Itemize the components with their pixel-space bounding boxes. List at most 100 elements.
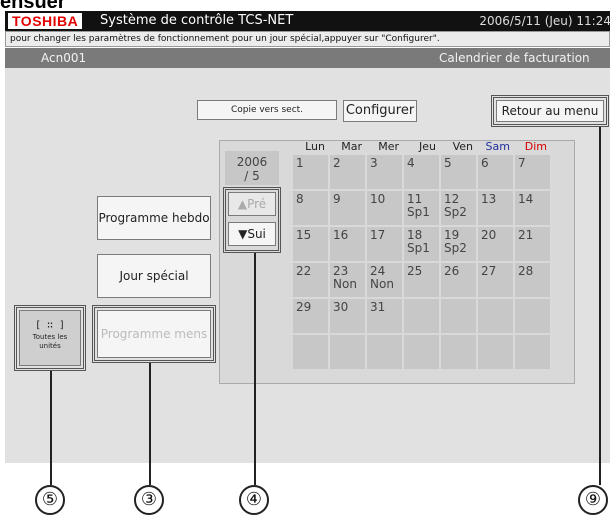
day-number: 16 bbox=[333, 228, 349, 242]
day-number: 30 bbox=[333, 300, 349, 314]
calendar-day-cell[interactable] bbox=[478, 299, 513, 333]
weekday-header: Mar bbox=[341, 140, 362, 153]
screen-name: Calendrier de facturation bbox=[439, 51, 590, 65]
weekday-header: Lun bbox=[305, 140, 325, 153]
calendar-day-cell[interactable] bbox=[441, 335, 476, 369]
calendar-day-cell[interactable] bbox=[404, 299, 439, 333]
previous-month-button[interactable]: ▲Pré bbox=[228, 192, 276, 216]
copy-to-section-button[interactable]: Copie vers sect. bbox=[197, 100, 337, 120]
calendar-day-cell[interactable]: 16 bbox=[330, 227, 365, 261]
calendar-day-cell[interactable] bbox=[293, 335, 328, 369]
all-units-highlight: [ ∷ ] Toutes les unités bbox=[14, 305, 86, 371]
calendar-day-cell[interactable] bbox=[367, 335, 402, 369]
calendar-day-cell[interactable]: 6 bbox=[478, 155, 513, 189]
day-number: 9 bbox=[333, 192, 341, 206]
calendar-week-row: 8 9 10 11 Sp1 12 Sp2 13 14 bbox=[293, 191, 550, 225]
area-name: Acn001 bbox=[41, 51, 87, 65]
day-number: 4 bbox=[407, 156, 415, 170]
calendar-day-cell[interactable]: 23 Non bbox=[330, 263, 365, 297]
calendar-day-cell[interactable]: 9 bbox=[330, 191, 365, 225]
callout-line-9 bbox=[599, 127, 601, 485]
day-number: 1 bbox=[296, 156, 304, 170]
calendar-day-cell[interactable] bbox=[330, 335, 365, 369]
sub-header: Acn001 Calendrier de facturation bbox=[5, 48, 610, 68]
calendar-day-cell[interactable]: 2 bbox=[330, 155, 365, 189]
calendar-day-cell[interactable]: 28 bbox=[515, 263, 550, 297]
calendar-day-cell[interactable]: 15 bbox=[293, 227, 328, 261]
weekly-program-button[interactable]: Programme hebdo bbox=[97, 196, 211, 240]
brand-logo: TOSHIBA bbox=[8, 13, 83, 29]
calendar-panel: 2006 / 5 Lun Mar Mer Jeu Ven Sam Dim 1 2 3 4 5 6 7 8 9… bbox=[219, 140, 575, 384]
calendar-day-cell[interactable]: 21 bbox=[515, 227, 550, 261]
calendar-day-cell[interactable]: 18 Sp1 bbox=[404, 227, 439, 261]
calendar-week-row: 15 16 17 18 Sp1 19 Sp2 20 21 bbox=[293, 227, 550, 261]
calendar-day-cell[interactable]: 1 bbox=[293, 155, 328, 189]
calendar-grid: Lun Mar Mer Jeu Ven Sam Dim 1 2 3 4 5 6 7 8 9 10 11 Sp1 12… bbox=[291, 139, 552, 371]
calendar-week-row: 22 23 Non 24 Non 25 26 27 28 bbox=[293, 263, 550, 297]
calendar-day-cell[interactable]: 11 Sp1 bbox=[404, 191, 439, 225]
calendar-week-row bbox=[293, 335, 550, 369]
day-number: 8 bbox=[296, 192, 304, 206]
callout-3: ③ bbox=[134, 485, 164, 515]
calendar-day-cell[interactable]: 4 bbox=[404, 155, 439, 189]
calendar-week-row: 1 2 3 4 5 6 7 bbox=[293, 155, 550, 189]
next-month-button[interactable]: ▼Sui bbox=[228, 222, 276, 246]
special-day-button[interactable]: Jour spécial bbox=[97, 254, 211, 298]
callout-line-3 bbox=[149, 363, 151, 485]
calendar-day-cell[interactable]: 5 bbox=[441, 155, 476, 189]
day-number: 21 bbox=[518, 228, 534, 242]
callout-9: ⑨ bbox=[578, 485, 608, 515]
day-number: 29 bbox=[296, 300, 312, 314]
calendar-day-cell[interactable]: 27 bbox=[478, 263, 513, 297]
datetime: 2006/5/11 (Jeu) 11:24 bbox=[479, 14, 610, 28]
calendar-day-cell[interactable]: 25 bbox=[404, 263, 439, 297]
day-schedule-label: Non bbox=[370, 277, 394, 291]
all-units-label-2: unités bbox=[39, 342, 61, 350]
day-number: 10 bbox=[370, 192, 386, 206]
calendar-day-cell[interactable] bbox=[515, 299, 550, 333]
all-units-label-1: Toutes les bbox=[32, 333, 68, 341]
day-schedule-label: Non bbox=[333, 277, 357, 291]
day-number: 13 bbox=[481, 192, 497, 206]
weekday-header: Jeu bbox=[419, 140, 436, 153]
calendar-day-cell[interactable] bbox=[478, 335, 513, 369]
calendar-month: / 5 bbox=[244, 169, 260, 183]
day-number: 22 bbox=[296, 264, 312, 278]
day-number: 17 bbox=[370, 228, 386, 242]
calendar-day-cell[interactable]: 17 bbox=[367, 227, 402, 261]
calendar-day-cell[interactable]: 30 bbox=[330, 299, 365, 333]
calendar-year: 2006 bbox=[236, 155, 268, 169]
calendar-day-cell[interactable]: 12 Sp2 bbox=[441, 191, 476, 225]
calendar-day-cell[interactable]: 14 bbox=[515, 191, 550, 225]
callout-line-4 bbox=[254, 253, 256, 485]
calendar-day-cell[interactable] bbox=[515, 335, 550, 369]
calendar-day-cell[interactable]: 7 bbox=[515, 155, 550, 189]
year-month-box: 2006 / 5 bbox=[225, 151, 279, 185]
calendar-day-cell[interactable]: 20 bbox=[478, 227, 513, 261]
calendar-day-cell[interactable]: 24 Non bbox=[367, 263, 402, 297]
calendar-day-cell[interactable]: 8 bbox=[293, 191, 328, 225]
day-number: 20 bbox=[481, 228, 497, 242]
title-bar: TOSHIBA Système de contrôle TCS-NET 2006… bbox=[5, 11, 610, 31]
calendar-day-cell[interactable]: 13 bbox=[478, 191, 513, 225]
day-number: 27 bbox=[481, 264, 497, 278]
all-units-button[interactable]: [ ∷ ] Toutes les unités bbox=[19, 310, 81, 366]
calendar-day-cell[interactable] bbox=[441, 299, 476, 333]
calendar-day-cell[interactable]: 10 bbox=[367, 191, 402, 225]
monthly-program-button[interactable]: Programme mens bbox=[97, 310, 211, 358]
calendar-day-cell[interactable]: 26 bbox=[441, 263, 476, 297]
configure-button[interactable]: Configurer bbox=[343, 100, 417, 122]
back-to-menu-button[interactable]: Retour au menu bbox=[496, 100, 604, 122]
weekday-header: Ven bbox=[452, 140, 473, 153]
callout-4: ④ bbox=[239, 485, 269, 515]
day-number: 28 bbox=[518, 264, 534, 278]
calendar-day-cell[interactable]: 19 Sp2 bbox=[441, 227, 476, 261]
app-title: Système de contrôle TCS-NET bbox=[100, 13, 294, 28]
day-number: 2 bbox=[333, 156, 341, 170]
calendar-day-cell[interactable] bbox=[404, 335, 439, 369]
day-schedule-label: Sp1 bbox=[407, 241, 430, 255]
calendar-day-cell[interactable]: 29 bbox=[293, 299, 328, 333]
calendar-day-cell[interactable]: 22 bbox=[293, 263, 328, 297]
calendar-day-cell[interactable]: 31 bbox=[367, 299, 402, 333]
calendar-day-cell[interactable]: 3 bbox=[367, 155, 402, 189]
